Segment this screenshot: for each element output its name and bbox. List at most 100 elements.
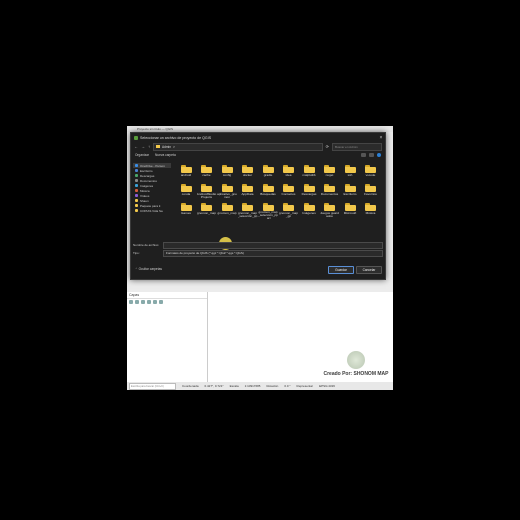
folder-item[interactable]: gradle bbox=[258, 164, 278, 181]
folder-item[interactable]: gnomon_map bbox=[217, 202, 237, 219]
nav-item-icon bbox=[135, 199, 138, 202]
crs-button[interactable]: EPSG:4326 bbox=[319, 384, 335, 388]
folder-label: ssh bbox=[347, 174, 353, 177]
open-project-dialog: Seleccionar un archivo de proyecto de QG… bbox=[130, 132, 386, 280]
watermark: Creado Por: SHONOM MAP bbox=[321, 351, 391, 377]
folder-item[interactable]: conda bbox=[176, 183, 196, 200]
filter-icon[interactable] bbox=[141, 300, 145, 304]
close-icon[interactable]: × bbox=[377, 135, 385, 141]
folder-item[interactable]: Contactos bbox=[279, 183, 299, 200]
folder-item[interactable]: gnomon_map_selección_pp bbox=[238, 202, 258, 219]
folder-item[interactable]: Documentos bbox=[320, 183, 340, 200]
coordinate-value[interactable]: 0.427°, 0.721° bbox=[205, 384, 224, 388]
folder-label: Contactos bbox=[281, 193, 296, 196]
new-folder-button[interactable]: Nueva carpeta bbox=[155, 153, 176, 157]
hide-folders-label: Ocultar carpetas bbox=[138, 267, 162, 271]
nav-item-icon bbox=[135, 194, 138, 197]
filetype-row: Tipo: Formatos de proyecto de QGIS (*.qg… bbox=[133, 249, 383, 257]
folder-item[interactable]: nuget bbox=[320, 164, 340, 181]
save-button[interactable]: Guardar bbox=[328, 266, 354, 274]
rotation-label: Rotación bbox=[266, 384, 279, 388]
preview-pane-icon[interactable] bbox=[369, 152, 374, 157]
folder-item[interactable]: AppData bbox=[238, 183, 258, 200]
collapse-icon[interactable] bbox=[153, 300, 157, 304]
filename-input[interactable] bbox=[163, 241, 383, 249]
folder-grid: android cache config docker gradle idea matplo… bbox=[176, 164, 382, 219]
layer-style-icon[interactable] bbox=[129, 300, 133, 304]
hide-folders-toggle[interactable]: ⌃ Ocultar carpetas bbox=[135, 267, 162, 271]
folder-label: Microsoft bbox=[343, 212, 357, 215]
folder-label: cache bbox=[202, 174, 211, 177]
nav-item-label: OneDrive - Person bbox=[140, 163, 165, 168]
search-input[interactable]: Buscar en Admin bbox=[332, 142, 382, 151]
folder-icon bbox=[344, 165, 356, 173]
forward-icon[interactable]: → bbox=[141, 144, 145, 149]
folder-label: conda bbox=[181, 193, 191, 196]
folder-icon bbox=[221, 184, 233, 192]
scale-label: Escala bbox=[229, 384, 239, 388]
render-toggle[interactable]: Representar bbox=[297, 384, 314, 388]
nav-item[interactable]: COPIAS Vida Sa bbox=[133, 208, 171, 213]
view-options-icon[interactable] bbox=[361, 152, 366, 157]
folder-item[interactable]: Microsoft bbox=[340, 202, 360, 219]
refresh-icon[interactable]: ⟳ bbox=[326, 144, 329, 149]
folder-item[interactable]: gnomon_map bbox=[197, 202, 217, 219]
folder-item[interactable]: config bbox=[217, 164, 237, 181]
folder-label: gnomon_map_gp bbox=[279, 212, 298, 219]
nav-item-icon bbox=[135, 164, 138, 167]
folder-item[interactable]: Favoritos bbox=[361, 183, 381, 200]
status-bar: Escriba para buscar (Ctrl+K) Coordenada … bbox=[127, 382, 393, 390]
folder-item[interactable]: android bbox=[176, 164, 196, 181]
folder-item[interactable]: aplicativo_gnomon bbox=[217, 183, 237, 200]
organize-menu[interactable]: Organizar bbox=[135, 153, 149, 157]
path-segment[interactable]: Admin bbox=[162, 145, 171, 149]
back-icon[interactable]: ← bbox=[134, 144, 138, 149]
folder-label: gradle bbox=[263, 174, 273, 177]
folder-icon bbox=[221, 165, 233, 173]
folder-item[interactable]: Búsquedas bbox=[258, 183, 278, 200]
rotation-value[interactable]: 0.0 ° bbox=[284, 384, 290, 388]
folder-label: Descargas bbox=[301, 193, 317, 196]
folder-label: gnomon_map bbox=[197, 212, 216, 215]
folder-item[interactable]: gnomon_map_gp bbox=[279, 202, 299, 219]
folder-item[interactable]: gnomon_map_selección_pp_arr bbox=[258, 202, 278, 219]
folder-icon bbox=[201, 165, 212, 173]
folder-item[interactable]: matplotlib bbox=[299, 164, 319, 181]
folder-label: Favoritos bbox=[364, 193, 377, 196]
folder-item[interactable]: docker bbox=[238, 164, 258, 181]
folder-item[interactable]: Imágenes bbox=[299, 202, 319, 219]
qgis-screen: Proyecto sin título — QGIS Capas Creado … bbox=[127, 126, 393, 390]
nav-item-icon bbox=[135, 189, 138, 192]
layers-panel-title: Capas bbox=[127, 292, 207, 299]
cancel-button[interactable]: Cancelar bbox=[356, 266, 382, 274]
folder-icon bbox=[324, 184, 335, 192]
folder-item[interactable]: Música bbox=[361, 202, 381, 219]
path-chevron-icon[interactable]: > bbox=[173, 145, 175, 149]
folder-item[interactable]: cache bbox=[197, 164, 217, 181]
folder-item[interactable]: ssh bbox=[340, 164, 360, 181]
filetype-select[interactable]: Formatos de proyecto de QGIS (*.qgz *.QG… bbox=[163, 249, 383, 257]
add-group-icon[interactable] bbox=[135, 300, 139, 304]
qgis-app-icon bbox=[134, 135, 138, 140]
address-bar[interactable]: Admin > bbox=[153, 142, 323, 151]
folder-icon bbox=[180, 184, 192, 192]
folder-icon bbox=[262, 165, 274, 173]
up-icon[interactable]: ↑ bbox=[148, 144, 150, 149]
folder-item[interactable]: idea bbox=[279, 164, 299, 181]
expand-icon[interactable] bbox=[147, 300, 151, 304]
folder-icon bbox=[324, 203, 335, 211]
folder-label: android bbox=[180, 174, 192, 177]
help-icon[interactable] bbox=[377, 152, 381, 157]
scale-value[interactable]: 1:10917685 bbox=[245, 384, 261, 388]
folder-item[interactable]: Games bbox=[176, 202, 196, 219]
layers-toolbar bbox=[127, 299, 207, 307]
remove-layer-icon[interactable] bbox=[159, 300, 163, 304]
folder-item[interactable]: vscode bbox=[361, 164, 381, 181]
nav-item-label: COPIAS Vida Sa bbox=[140, 208, 163, 213]
folder-item[interactable]: Juegos guardados bbox=[320, 202, 340, 219]
folder-item[interactable]: Descargas bbox=[299, 183, 319, 200]
folder-item[interactable]: Escritorio bbox=[340, 183, 360, 200]
locator-search-input[interactable]: Escriba para buscar (Ctrl+K) bbox=[129, 382, 176, 390]
folder-icon bbox=[201, 184, 212, 192]
folder-item[interactable]: AndroidStudioProjects bbox=[197, 183, 217, 200]
